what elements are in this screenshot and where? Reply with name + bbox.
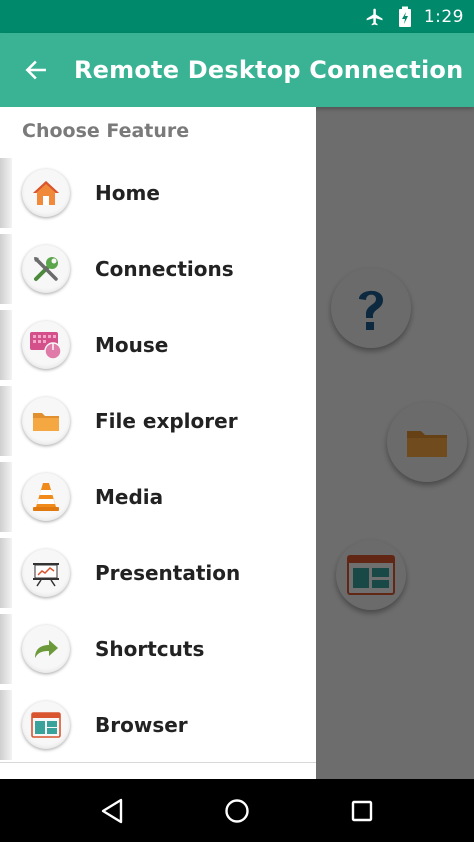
airplane-icon — [364, 6, 386, 28]
navigation-drawer: Choose Feature Home Connections Mouse Fi… — [0, 107, 316, 779]
mouse-keyboard-icon — [22, 321, 70, 369]
traffic-cone-icon — [22, 473, 70, 521]
drawer-item-media[interactable]: Media — [0, 459, 316, 535]
drawer-item-home[interactable]: Home — [0, 155, 316, 231]
drawer-item-mouse[interactable]: Mouse — [0, 307, 316, 383]
home-circle-icon — [225, 798, 249, 823]
back-button[interactable] — [0, 33, 72, 107]
drawer-header: Choose Feature — [22, 120, 190, 142]
browser-window-icon — [22, 701, 70, 749]
nav-recents-button[interactable] — [342, 791, 382, 831]
nav-back-button[interactable] — [92, 791, 132, 831]
drawer-item-browser[interactable]: Browser — [0, 687, 316, 763]
drawer-item-label: Connections — [95, 257, 234, 281]
presentation-board-icon — [22, 549, 70, 597]
drawer-item-label: Browser — [95, 713, 188, 737]
drawer-item-label: Media — [95, 485, 164, 509]
folder-icon — [22, 397, 70, 445]
app-bar: Remote Desktop Connection — [0, 33, 474, 107]
drawer-item-label: Home — [95, 181, 160, 205]
drawer-divider — [0, 762, 316, 763]
share-arrow-icon — [22, 625, 70, 673]
home-icon — [22, 169, 70, 217]
drawer-item-label: Shortcuts — [95, 637, 205, 661]
status-time: 1:29 — [423, 6, 464, 27]
drawer-item-presentation[interactable]: Presentation — [0, 535, 316, 611]
system-nav-bar — [0, 779, 474, 842]
drawer-item-label: Presentation — [95, 561, 241, 585]
nav-home-button[interactable] — [217, 791, 257, 831]
status-bar: 1:29 — [0, 0, 474, 33]
drawer-item-label: Mouse — [95, 333, 169, 357]
drawer-item-label: File explorer — [95, 409, 238, 433]
drawer-item-connections[interactable]: Connections — [0, 231, 316, 307]
battery-charging-icon — [394, 6, 416, 28]
back-triangle-icon — [102, 798, 123, 823]
app-title: Remote Desktop Connection — [74, 56, 464, 84]
tools-icon — [22, 245, 70, 293]
arrow-left-icon — [25, 60, 46, 80]
drawer-item-file-explorer[interactable]: File explorer — [0, 383, 316, 459]
recents-square-icon — [351, 800, 372, 821]
drawer-item-shortcuts[interactable]: Shortcuts — [0, 611, 316, 687]
